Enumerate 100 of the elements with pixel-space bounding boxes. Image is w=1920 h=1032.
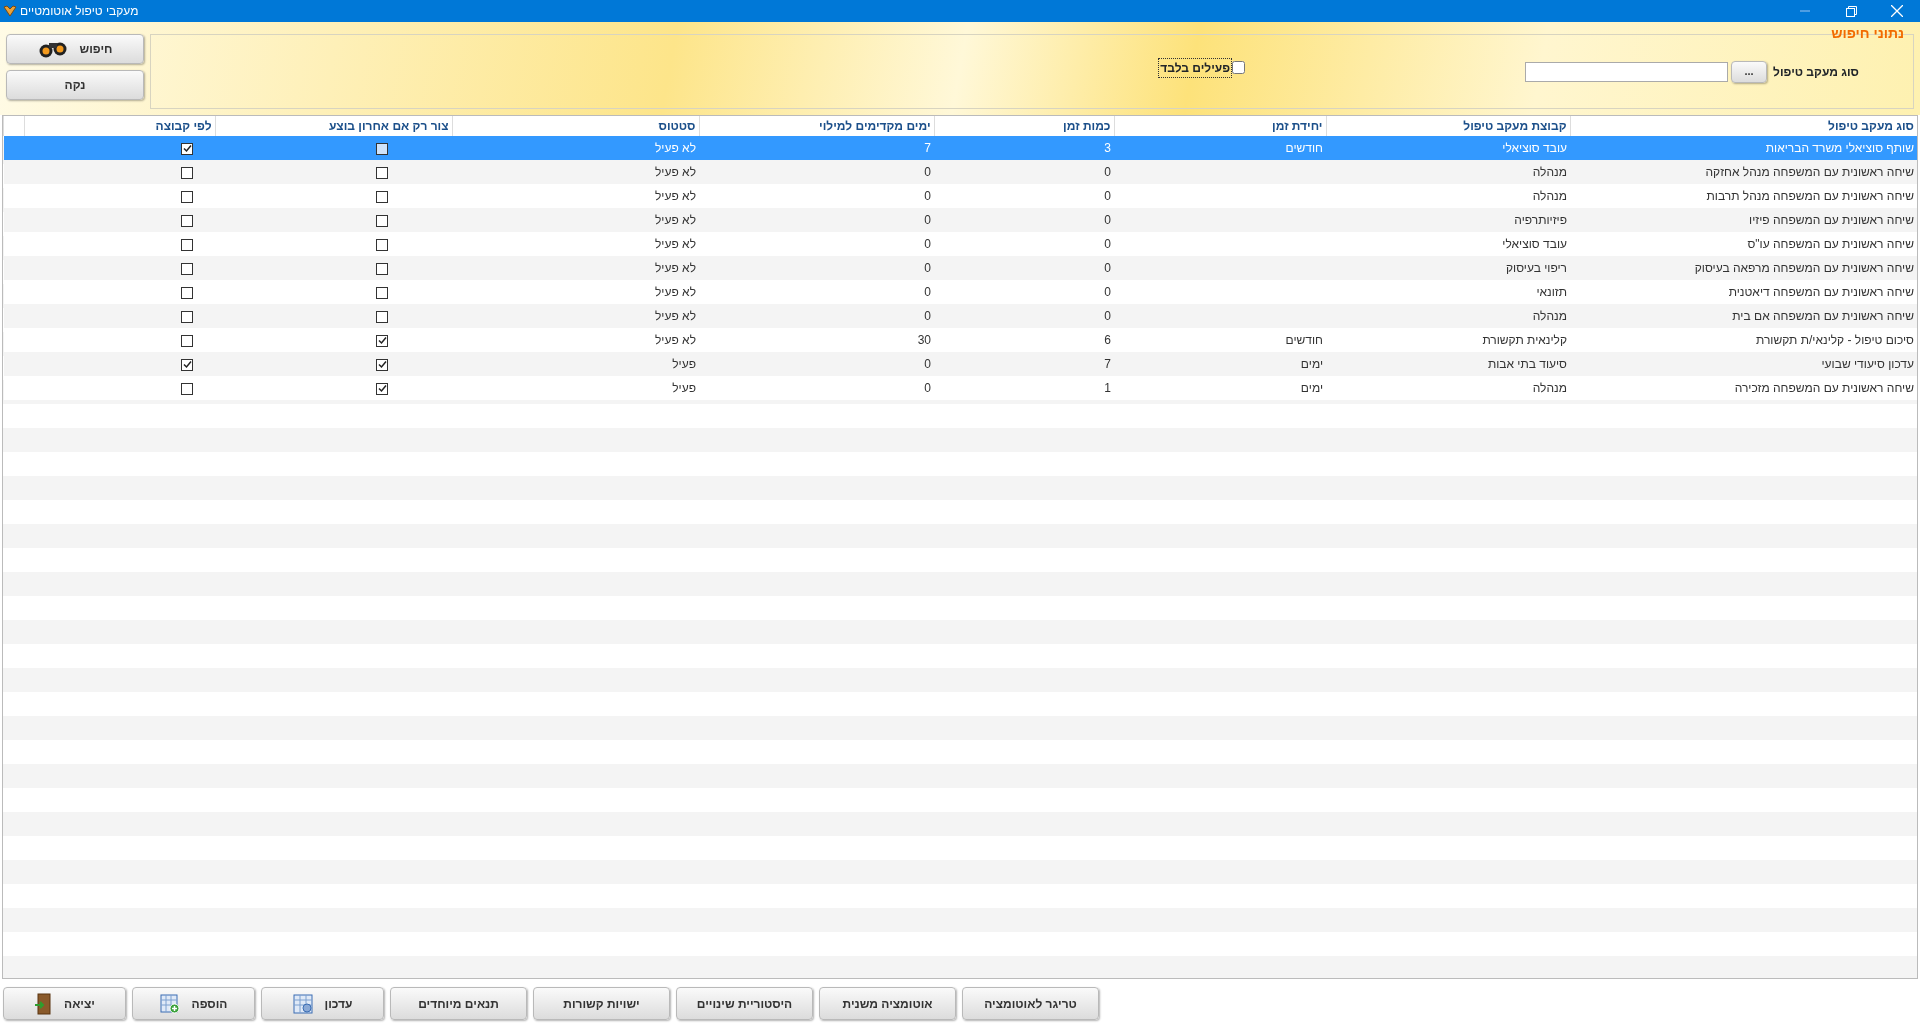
checkbox[interactable] bbox=[376, 262, 388, 275]
checkbox[interactable] bbox=[1232, 61, 1246, 74]
table-cell: 0 bbox=[924, 165, 931, 179]
table-cell: שיחה ראשונית עם המשפחה מרפאה בעיסוק bbox=[1694, 261, 1914, 275]
table-cell: חודשים bbox=[1285, 141, 1323, 155]
column-header[interactable]: צור רק אם אחרון בוצע bbox=[215, 116, 452, 136]
table-cell: לא פעיל bbox=[655, 261, 696, 275]
table-cell: 0 bbox=[924, 381, 931, 395]
update-button[interactable]: עדכון bbox=[261, 987, 384, 1020]
checkbox-label[interactable]: פעילים בלבד bbox=[1158, 57, 1233, 78]
table-cell: עובד סוציאלי bbox=[1502, 237, 1567, 251]
table-cell: 0 bbox=[1104, 309, 1111, 323]
column-header[interactable]: יחידת זמן bbox=[1114, 116, 1326, 136]
table-cell: ימים bbox=[1300, 357, 1323, 371]
checkbox[interactable] bbox=[181, 310, 193, 323]
checkbox[interactable] bbox=[376, 238, 388, 251]
table-cell: 0 bbox=[924, 357, 931, 371]
input-field[interactable] bbox=[1525, 61, 1729, 82]
checkbox[interactable] bbox=[376, 286, 388, 299]
table-cell: ימים bbox=[1300, 381, 1323, 395]
table-cell: חודשים bbox=[1285, 333, 1323, 347]
table-cell: 1 bbox=[1104, 381, 1111, 395]
table-cell: סיעוד בתי אבות bbox=[1487, 357, 1567, 371]
table-cell: 0 bbox=[1104, 189, 1111, 203]
checkbox[interactable] bbox=[181, 142, 193, 155]
clear-button[interactable]: נקה bbox=[6, 70, 144, 100]
table-cell: 0 bbox=[924, 237, 931, 251]
table-cell: שיחה ראשונית עם המשפחה עו"ס bbox=[1747, 237, 1914, 251]
add-button[interactable]: הוספה bbox=[132, 987, 255, 1020]
table-cell: 0 bbox=[924, 189, 931, 203]
table-cell: לא פעיל bbox=[655, 189, 696, 203]
checkbox[interactable] bbox=[181, 382, 193, 395]
column-header[interactable]: סטטוס bbox=[452, 116, 699, 136]
table-cell: שיחה ראשונית עם המשפחה מזכירה bbox=[1734, 381, 1914, 395]
table-cell: פיזיותרפיה bbox=[1514, 213, 1567, 227]
table-cell: 7 bbox=[924, 141, 931, 155]
checkbox[interactable] bbox=[181, 334, 193, 347]
table-cell: 7 bbox=[1104, 357, 1111, 371]
table-cell: 0 bbox=[1104, 213, 1111, 227]
table-cell: 0 bbox=[924, 261, 931, 275]
table-cell: שיחה ראשונית עם המשפחה דיאטנית bbox=[1728, 285, 1914, 299]
table-cell: שיחה ראשונית עם המשפחה פיזיו bbox=[1749, 213, 1914, 227]
toolbar-button[interactable]: אוטומציה משנית bbox=[819, 987, 956, 1020]
column-header[interactable]: קבוצת מעקב טיפול bbox=[1326, 116, 1570, 136]
table-cell: קלינאית תקשורת bbox=[1482, 333, 1567, 347]
table-cell: פעיל bbox=[672, 357, 696, 371]
table-cell: מנהלה bbox=[1532, 189, 1567, 203]
table-cell: לא פעיל bbox=[655, 165, 696, 179]
toolbar-button[interactable]: היסטוריית שינויים bbox=[676, 987, 813, 1020]
table-cell: עדכון סיעודי שבועי bbox=[1821, 357, 1914, 371]
column-header[interactable]: ימים מקדימים למילוי bbox=[699, 116, 934, 136]
checkbox[interactable] bbox=[376, 190, 388, 203]
checkbox[interactable] bbox=[376, 358, 388, 371]
checkbox[interactable] bbox=[181, 166, 193, 179]
search-button[interactable]: חיפוש bbox=[6, 34, 144, 64]
checkbox[interactable] bbox=[181, 190, 193, 203]
table-cell: לא פעיל bbox=[655, 309, 696, 323]
field-label: סוג מעקב טיפול bbox=[1773, 63, 1859, 81]
checkbox[interactable] bbox=[376, 334, 388, 347]
table-cell: 6 bbox=[1104, 333, 1111, 347]
column-header[interactable]: לפי קבוצה bbox=[24, 116, 215, 136]
toolbar-button[interactable]: ישויות קשורות bbox=[533, 987, 670, 1020]
checkbox[interactable] bbox=[376, 142, 388, 155]
table-cell: תזונאי bbox=[1536, 285, 1567, 299]
exit-button[interactable]: יציאה bbox=[3, 987, 126, 1020]
table-add-icon bbox=[159, 993, 180, 1014]
table-cell: 0 bbox=[1104, 165, 1111, 179]
column-header[interactable]: סוג מעקב טיפול bbox=[1570, 116, 1917, 136]
column-header[interactable]: כמות זמן bbox=[934, 116, 1114, 136]
table-cell: מנהלה bbox=[1532, 381, 1567, 395]
panel-legend: נתוני חיפוש bbox=[1828, 23, 1907, 44]
checkbox[interactable] bbox=[376, 382, 388, 395]
table-cell: שיחה ראשונית עם המשפחה מנהל תרבות bbox=[1706, 189, 1914, 203]
binoculars-icon bbox=[37, 40, 68, 58]
table-cell: ריפוי בעיסוק bbox=[1505, 261, 1567, 275]
table-cell: מנהלה bbox=[1532, 165, 1567, 179]
table-cell: שיחה ראשונית עם המשפחה מנהל אחזקה bbox=[1705, 165, 1914, 179]
door-exit-icon bbox=[34, 992, 53, 1015]
table-cell: 0 bbox=[924, 285, 931, 299]
checkbox[interactable] bbox=[181, 238, 193, 251]
checkbox[interactable] bbox=[181, 214, 193, 227]
checkbox[interactable] bbox=[181, 262, 193, 275]
table-cell: שיחה ראשונית עם המשפחה אם בית bbox=[1732, 309, 1914, 323]
toolbar-button[interactable]: טריגר לאוטומציה bbox=[962, 987, 1099, 1020]
browse-button[interactable]: ... bbox=[1731, 60, 1768, 83]
table-cell: לא פעיל bbox=[655, 141, 696, 155]
checkbox[interactable] bbox=[376, 310, 388, 323]
table-cell: לא פעיל bbox=[655, 213, 696, 227]
checkbox[interactable] bbox=[181, 358, 193, 371]
table-cell: סיכום טיפול - קלינאי/ת תקשורת bbox=[1756, 333, 1914, 347]
table-cell: 0 bbox=[1104, 237, 1111, 251]
table-cell: לא פעיל bbox=[655, 333, 696, 347]
checkbox[interactable] bbox=[181, 286, 193, 299]
table-cell: לא פעיל bbox=[655, 285, 696, 299]
table-cell: לא פעיל bbox=[655, 237, 696, 251]
toolbar-button[interactable]: תנאים מיוחדים bbox=[390, 987, 527, 1020]
table-gear-icon bbox=[292, 993, 313, 1014]
checkbox[interactable] bbox=[376, 166, 388, 179]
table-cell: 0 bbox=[924, 213, 931, 227]
checkbox[interactable] bbox=[376, 214, 388, 227]
